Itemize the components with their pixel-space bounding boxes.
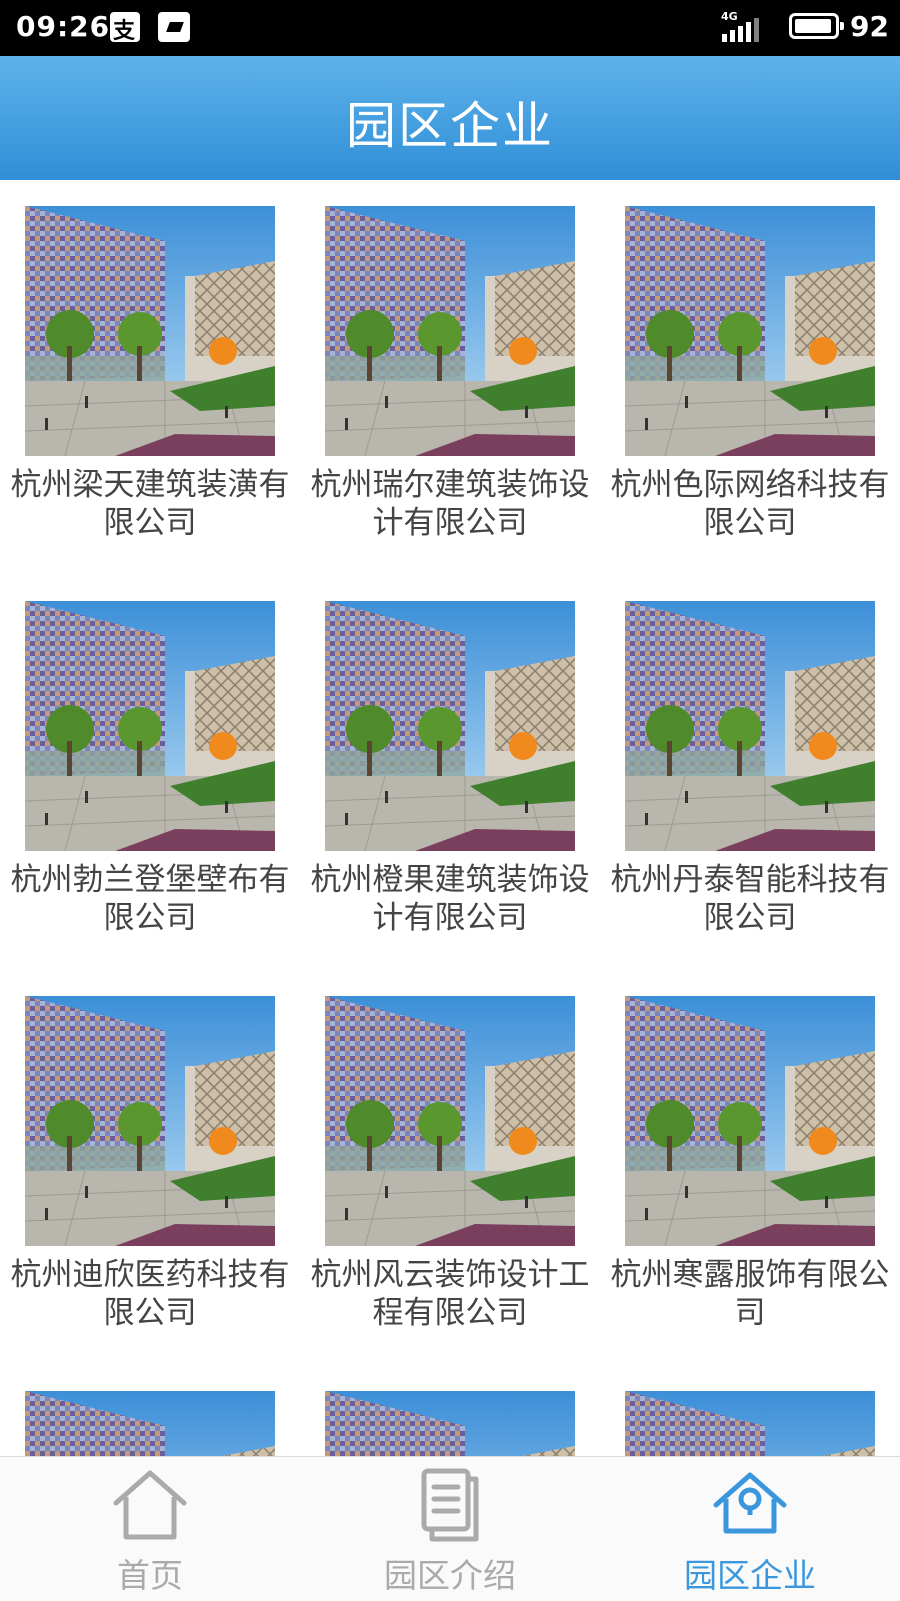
company-image: [325, 1391, 575, 1456]
company-image: [625, 996, 875, 1246]
nav-park-intro[interactable]: 园区介绍: [300, 1457, 600, 1601]
company-name: 杭州色际网络科技有限公司: [610, 467, 890, 541]
company-image: [325, 996, 575, 1246]
company-name: 杭州迪欣医药科技有限公司: [10, 1257, 290, 1331]
title-bar: 园区企业: [0, 56, 900, 180]
company-image: [25, 1391, 275, 1456]
nav-park-intro-label: 园区介绍: [384, 1556, 516, 1595]
company-name: 杭州寒露服饰有限公司: [610, 1257, 890, 1331]
company-image: [25, 601, 275, 851]
company-image: [625, 601, 875, 851]
company-image: [625, 1391, 875, 1456]
enterprise-icon: [713, 1472, 787, 1534]
status-time: 09:26: [16, 10, 111, 43]
nav-enterprises-label: 园区企业: [684, 1556, 816, 1595]
signal-icon: [722, 18, 766, 42]
company-name: 杭州丹泰智能科技有限公司: [610, 862, 890, 936]
company-image: [25, 996, 275, 1246]
company-name: 杭州橙果建筑装饰设计有限公司: [310, 862, 590, 936]
alipay-icon: [110, 12, 140, 45]
home-icon: [113, 1470, 187, 1540]
company-name: 杭州瑞尔建筑装饰设计有限公司: [310, 467, 590, 541]
nav-enterprises[interactable]: 园区企业: [600, 1457, 900, 1601]
company-grid: 杭州梁天建筑装潢有限公司 杭州瑞尔建筑装饰设计有限公司 杭州色际网络科技有限公司…: [0, 180, 900, 1456]
company-name: 杭州风云装饰设计工程有限公司: [310, 1257, 590, 1331]
battery-level: 92: [850, 10, 889, 43]
company-image: [25, 206, 275, 456]
status-bar: 09:26 4G 92: [0, 0, 900, 56]
screenshot-icon: [158, 12, 190, 42]
company-name: 杭州勃兰登堡壁布有限公司: [10, 862, 290, 936]
company-image: [625, 206, 875, 456]
document-icon: [421, 1468, 479, 1542]
page-title: 园区企业: [346, 97, 554, 155]
nav-home-label: 首页: [117, 1556, 183, 1595]
company-name: 杭州梁天建筑装潢有限公司: [10, 467, 290, 541]
battery-icon: [789, 13, 844, 39]
bottom-nav: 首页 园区介绍 园区企业: [0, 1456, 900, 1601]
company-image: [325, 601, 575, 851]
company-image: [325, 206, 575, 456]
nav-home[interactable]: 首页: [0, 1457, 300, 1601]
